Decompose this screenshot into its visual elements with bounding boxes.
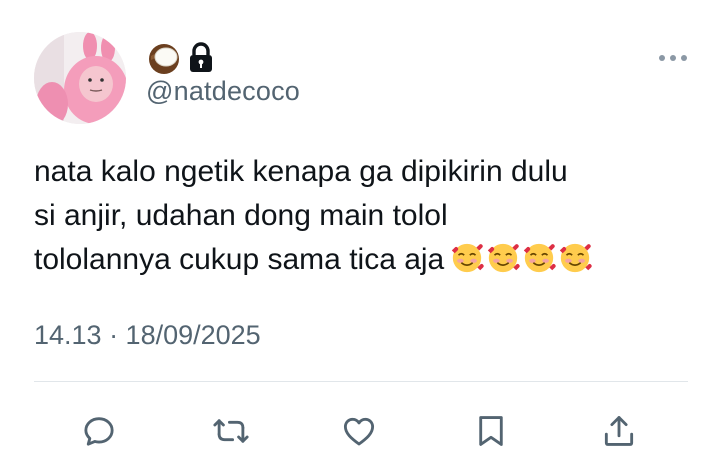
reply-icon	[84, 417, 114, 446]
emoji-group	[450, 241, 592, 275]
share-icon	[604, 416, 634, 446]
share-button[interactable]	[596, 408, 642, 454]
timestamp[interactable]: 14.13 · 18/09/2025	[34, 320, 261, 351]
bookmark-icon	[479, 416, 503, 446]
more-icon	[659, 55, 687, 61]
divider	[34, 381, 688, 382]
smiling-face-with-hearts-emoji	[560, 243, 592, 273]
tweet-text: nata kalo ngetik kenapa ga dipikirin dul…	[34, 150, 694, 282]
tweet-text-line-content: tololannya cukup sama tica aja	[34, 243, 445, 276]
tweet-text-line: tololannya cukup sama tica aja	[34, 238, 694, 282]
user-handle[interactable]: @natdecoco	[146, 76, 300, 107]
heart-icon	[343, 417, 375, 446]
smiling-face-with-hearts-emoji	[524, 243, 556, 273]
retweet-button[interactable]	[208, 408, 254, 454]
retweet-icon	[213, 419, 249, 443]
tweet-text-line: si anjir, udahan dong main tolol	[34, 199, 448, 232]
tweet-text-line: nata kalo ngetik kenapa ga dipikirin dul…	[34, 155, 568, 188]
lock-icon	[188, 42, 214, 74]
reply-button[interactable]	[76, 408, 122, 454]
more-options-button[interactable]	[658, 48, 688, 68]
tweet-card: @natdecoco nata kalo ngetik kenapa ga di…	[0, 0, 720, 467]
like-button[interactable]	[336, 408, 382, 454]
coconut-emoji[interactable]	[146, 40, 182, 76]
bookmark-button[interactable]	[468, 408, 514, 454]
display-name-row	[146, 38, 214, 78]
action-bar	[0, 408, 720, 454]
avatar[interactable]	[34, 32, 126, 124]
smiling-face-with-hearts-emoji	[452, 243, 484, 273]
avatar-image	[34, 32, 126, 124]
smiling-face-with-hearts-emoji	[488, 243, 520, 273]
